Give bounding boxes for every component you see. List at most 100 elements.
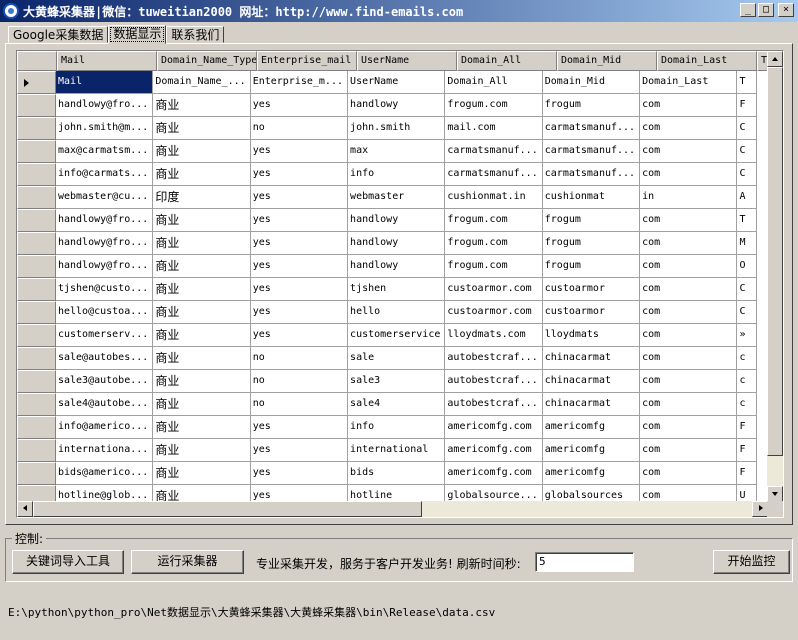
grid-cell[interactable]: autobestcraf...	[445, 393, 543, 416]
grid-cell[interactable]: international	[348, 439, 446, 462]
grid-cell[interactable]: frogum	[542, 94, 641, 117]
grid-cell[interactable]: yes	[250, 209, 349, 232]
grid-cell[interactable]: com	[640, 462, 738, 485]
grid-cell[interactable]: yes	[250, 94, 349, 117]
column-header[interactable]: Enterprise_mail	[257, 51, 357, 71]
grid-cell[interactable]: Domain_Mid	[542, 71, 641, 94]
grid-cell[interactable]: frogum	[542, 232, 641, 255]
horizontal-scrollbar[interactable]	[17, 501, 768, 517]
grid-cell[interactable]: sale	[348, 347, 446, 370]
table-row[interactable]: max@carmatsm... 商业 yes max carmatsmanuf... ca…	[17, 140, 758, 163]
grid-cell[interactable]: chinacarmat	[542, 347, 641, 370]
grid-cell[interactable]: com	[640, 163, 738, 186]
grid-cell[interactable]: Domain_Name_...	[153, 71, 251, 94]
grid-cell[interactable]: F	[737, 416, 758, 439]
grid-cell[interactable]: americomfg	[542, 439, 641, 462]
grid-cell[interactable]: custoarmor.com	[445, 278, 543, 301]
grid-cell[interactable]: lloydmats	[542, 324, 641, 347]
tab-data-display[interactable]: 数据显示	[108, 25, 167, 44]
grid-cell[interactable]: tjshen	[348, 278, 446, 301]
grid-cell[interactable]: com	[640, 140, 738, 163]
horizontal-scroll-thumb[interactable]	[33, 501, 422, 517]
row-header[interactable]	[17, 393, 56, 416]
grid-cell[interactable]: frogum.com	[445, 232, 543, 255]
table-row[interactable]: customerserv... 商业 yes customerservice lloyd…	[17, 324, 758, 347]
grid-cell[interactable]: yes	[250, 140, 349, 163]
table-row[interactable]: info@americo... 商业 yes info americomfg.com am…	[17, 416, 758, 439]
maximize-button[interactable]: □	[758, 3, 774, 17]
row-header[interactable]	[17, 117, 56, 140]
grid-cell[interactable]: custoarmor	[542, 301, 641, 324]
grid-cell[interactable]: sale4@autobe...	[55, 393, 154, 416]
row-header[interactable]	[17, 439, 56, 462]
tab-google-data[interactable]: Google采集数据	[8, 26, 109, 43]
grid-cell[interactable]: yes	[250, 324, 349, 347]
start-monitor-button[interactable]: 开始监控	[713, 550, 790, 574]
grid-cell[interactable]: hello@custoa...	[55, 301, 154, 324]
column-header[interactable]: Domain_Name_Type	[157, 51, 257, 71]
grid-cell[interactable]: Enterprise_m...	[250, 71, 349, 94]
grid-cell[interactable]: 商业	[153, 209, 251, 232]
vertical-scroll-thumb[interactable]	[767, 67, 783, 456]
row-header[interactable]	[17, 347, 56, 370]
grid-cell[interactable]: yes	[250, 416, 349, 439]
row-header[interactable]	[17, 278, 56, 301]
grid-cell[interactable]: handlowy@fro...	[55, 232, 154, 255]
grid-cell[interactable]: 商业	[153, 278, 251, 301]
grid-cell[interactable]: bids	[348, 462, 446, 485]
grid-cell[interactable]: americomfg.com	[445, 462, 543, 485]
grid-cell[interactable]: T	[737, 71, 758, 94]
grid-cell[interactable]: A	[737, 186, 758, 209]
grid-cell[interactable]: C	[737, 301, 758, 324]
grid-cell[interactable]: hello	[348, 301, 446, 324]
row-header[interactable]	[17, 94, 56, 117]
table-row[interactable]: handlowy@fro... 商业 yes handlowy frogum.com fr…	[17, 255, 758, 278]
grid-cell[interactable]: T	[737, 209, 758, 232]
grid-cell[interactable]: c	[737, 370, 758, 393]
grid-cell[interactable]: cushionmat	[542, 186, 641, 209]
grid-cell[interactable]: C	[737, 117, 758, 140]
grid-cell[interactable]: Domain_All	[445, 71, 543, 94]
grid-cell[interactable]: handlowy@fro...	[55, 255, 154, 278]
grid-cell[interactable]: yes	[250, 232, 349, 255]
grid-cell[interactable]: 商业	[153, 416, 251, 439]
row-header[interactable]	[17, 163, 56, 186]
data-grid[interactable]: Mail Domain_Name_Type Enterprise_mail UserN…	[16, 50, 784, 518]
tab-contact-us[interactable]: 联系我们	[166, 26, 225, 43]
row-header[interactable]	[17, 255, 56, 278]
grid-cell[interactable]: 商业	[153, 439, 251, 462]
column-header[interactable]: UserName	[357, 51, 457, 71]
grid-cell[interactable]: 商业	[153, 370, 251, 393]
table-row[interactable]: hello@custoa... 商业 yes hello custoarmor.com c…	[17, 301, 758, 324]
grid-cell[interactable]: yes	[250, 462, 349, 485]
grid-cell[interactable]: 商业	[153, 324, 251, 347]
grid-cell[interactable]: com	[640, 370, 738, 393]
grid-cell[interactable]: com	[640, 94, 738, 117]
grid-cell[interactable]: 商业	[153, 232, 251, 255]
row-header[interactable]	[17, 186, 56, 209]
grid-cell[interactable]: mail.com	[445, 117, 543, 140]
grid-cell[interactable]: customerserv...	[55, 324, 154, 347]
grid-cell[interactable]: chinacarmat	[542, 393, 641, 416]
table-row[interactable]: sale@autobes... 商业 no sale autobestcraf... ch…	[17, 347, 758, 370]
table-row[interactable]: bids@americo... 商业 yes bids americomfg.com am…	[17, 462, 758, 485]
vertical-scrollbar[interactable]	[767, 51, 783, 502]
table-row[interactable]: info@carmats... 商业 yes info carmatsmanuf... c…	[17, 163, 758, 186]
table-row[interactable]: john.smith@m... 商业 no john.smith mail.com car…	[17, 117, 758, 140]
grid-cell[interactable]: C	[737, 278, 758, 301]
grid-cell[interactable]: yes	[250, 163, 349, 186]
row-header[interactable]	[17, 462, 56, 485]
grid-cell[interactable]: frogum	[542, 209, 641, 232]
table-row[interactable]: tjshen@custo... 商业 yes tjshen custoarmor.com…	[17, 278, 758, 301]
grid-cell[interactable]: sale3	[348, 370, 446, 393]
grid-cell[interactable]: »	[737, 324, 758, 347]
grid-cell[interactable]: handlowy@fro...	[55, 94, 154, 117]
grid-cell[interactable]: custoarmor	[542, 278, 641, 301]
title-bar[interactable]: 大黄蜂采集器|微信：tuweitian2000 网址：http://www.fi…	[0, 0, 798, 22]
grid-cell[interactable]: Domain_Last	[640, 71, 738, 94]
grid-cell[interactable]: frogum.com	[445, 209, 543, 232]
minimize-button[interactable]: _	[740, 3, 756, 17]
grid-cell[interactable]: handlowy@fro...	[55, 209, 154, 232]
scroll-right-button[interactable]	[752, 501, 768, 517]
grid-cell[interactable]: no	[250, 393, 349, 416]
